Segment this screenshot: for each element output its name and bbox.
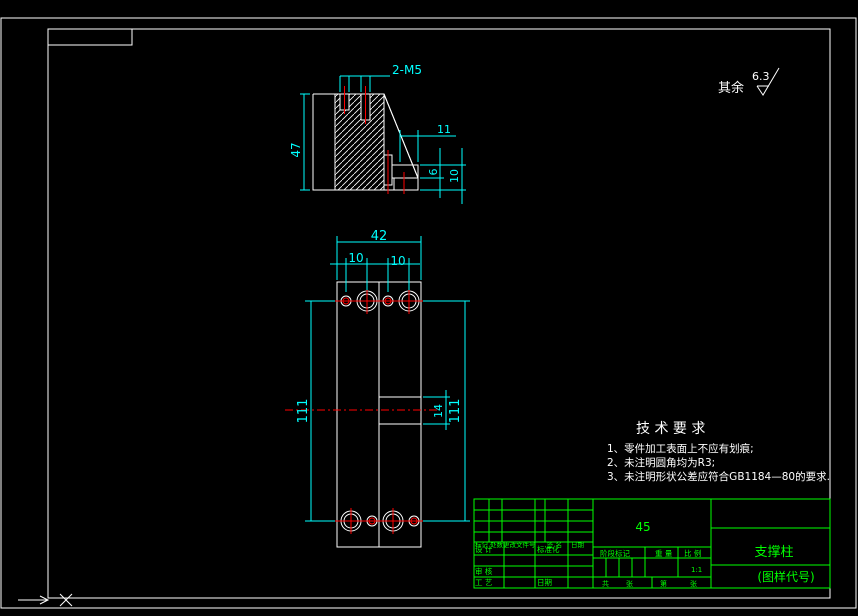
- dim-length-111-right: 111: [448, 399, 463, 424]
- dim-10: 10: [448, 169, 461, 183]
- tech-req-item-3: 3、未注明形状公差应符合GB1184—80的要求.: [607, 470, 830, 483]
- tb-label-count: 处数: [490, 540, 504, 549]
- dim-left-10: 10: [348, 251, 363, 265]
- tb-scale: 1:1: [691, 566, 702, 574]
- tb-part-name: 支撑柱: [754, 545, 793, 560]
- tb-label-ratio: 比 例: [684, 548, 701, 558]
- tb-label-mark: 标记: [475, 540, 489, 549]
- tb-label-date: 日期: [537, 578, 552, 587]
- frame-corner-box: [47, 28, 133, 46]
- roughness-prefix: 其余: [718, 80, 744, 96]
- tb-label-review: 审 核: [475, 566, 493, 576]
- surface-roughness-note: 其余 6.3: [718, 67, 780, 96]
- tb-drawing-number: (图样代号): [757, 569, 814, 584]
- dim-width-42: 42: [371, 229, 388, 244]
- tb-label-change-doc: 更改文件号: [503, 540, 536, 549]
- dim-slot-14: 14: [432, 404, 445, 418]
- tb-material: 45: [635, 520, 650, 534]
- tb-label-total: 共: [602, 579, 609, 588]
- dim-height-47: 47: [289, 142, 303, 157]
- dim-6: 6: [427, 169, 440, 176]
- tb-label-sheet: 张: [626, 579, 633, 588]
- top-section-view: [312, 86, 419, 194]
- tb-label-weight: 重 量: [655, 549, 673, 558]
- front-view-dimensions: [305, 236, 470, 522]
- tb-label-date-rev: 日期: [571, 541, 585, 549]
- tech-req-title: 技 术 要 求: [636, 421, 705, 437]
- technical-requirements: 技 术 要 求 1、零件加工表面上不应有划痕; 2、未注明圆角均为R3; 3、未…: [607, 421, 830, 483]
- tech-req-item-2: 2、未注明圆角均为R3;: [607, 456, 715, 469]
- cad-drawing-canvas[interactable]: 其余 6.3 47 2-M5 11 6 10 42 10 10 111 111 …: [0, 0, 858, 616]
- tb-label-page-unit: 张: [690, 579, 697, 588]
- tb-label-stage-mark: 阶段标记: [600, 548, 630, 558]
- ucs-icon: [18, 593, 73, 607]
- tech-req-item-1: 1、零件加工表面上不应有划痕;: [607, 442, 754, 455]
- tb-label-process: 工 艺: [475, 578, 492, 587]
- dim-length-111-left: 111: [296, 399, 311, 424]
- tb-label-page: 第: [660, 579, 667, 588]
- roughness-value: 6.3: [752, 70, 770, 83]
- drawing-frame: [0, 17, 857, 609]
- tb-label-signature: 签 名: [547, 540, 562, 549]
- dim-right-10: 10: [390, 254, 405, 268]
- dim-width-11: 11: [437, 123, 451, 136]
- dim-thread-2m5: 2-M5: [392, 63, 422, 77]
